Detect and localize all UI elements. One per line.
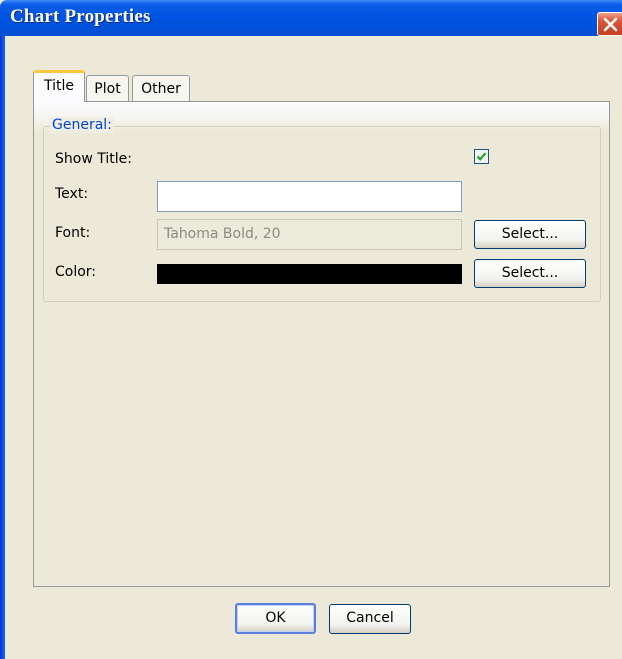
- close-icon: [603, 17, 618, 32]
- show-title-label: Show Title:: [55, 151, 132, 167]
- ok-label: OK: [265, 610, 286, 626]
- cancel-button[interactable]: Cancel: [329, 604, 411, 634]
- color-select-label: Select...: [501, 265, 559, 281]
- color-swatch: [157, 264, 462, 284]
- font-label: Font:: [55, 225, 91, 241]
- cancel-label: Cancel: [346, 610, 394, 626]
- color-label: Color:: [55, 264, 97, 280]
- font-value: Tahoma Bold, 20: [164, 226, 281, 242]
- window-frame-left: [0, 36, 5, 659]
- text-label: Text:: [55, 186, 89, 202]
- title-text-input[interactable]: [157, 181, 462, 212]
- tab-panel: General: Show Title: Text: Font: Tahoma …: [33, 101, 610, 587]
- tab-plot[interactable]: Plot: [86, 75, 129, 103]
- ok-button[interactable]: OK: [235, 603, 316, 634]
- tab-plot-label: Plot: [94, 81, 121, 97]
- close-button[interactable]: [597, 12, 622, 36]
- check-icon: [476, 152, 487, 161]
- general-legend: General:: [50, 117, 114, 133]
- font-select-label: Select...: [501, 226, 559, 242]
- tab-title[interactable]: Title: [33, 70, 85, 102]
- font-select-button[interactable]: Select...: [474, 220, 586, 249]
- tab-other[interactable]: Other: [132, 75, 190, 103]
- title-bar[interactable]: Chart Properties: [0, 0, 622, 36]
- font-field: Tahoma Bold, 20: [157, 219, 462, 250]
- tab-title-label: Title: [43, 78, 74, 94]
- color-select-button[interactable]: Select...: [474, 259, 586, 288]
- window-title: Chart Properties: [10, 6, 151, 27]
- show-title-checkbox[interactable]: [474, 149, 489, 164]
- tab-other-label: Other: [141, 81, 181, 97]
